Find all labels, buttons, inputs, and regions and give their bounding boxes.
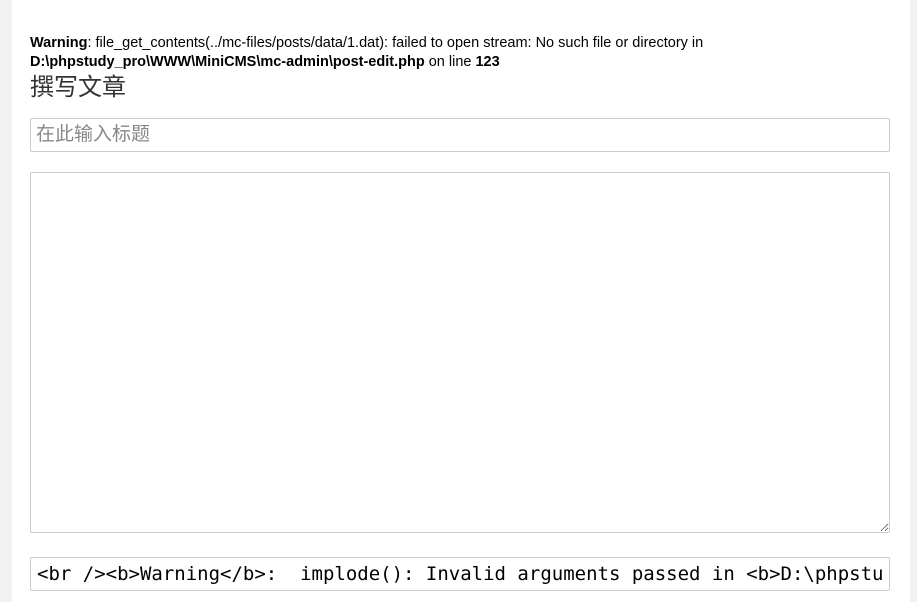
post-content-textarea[interactable] <box>30 172 890 533</box>
post-tags-input[interactable] <box>30 557 890 591</box>
page-scrollbar[interactable] <box>910 0 917 602</box>
php-warning-message: Warning: file_get_contents(../mc-files/p… <box>30 34 890 72</box>
warning-line-number: 123 <box>475 54 500 70</box>
post-title-input[interactable] <box>30 118 890 152</box>
warning-on-line-text: on line <box>424 54 476 70</box>
warning-label: Warning <box>30 35 88 51</box>
post-edit-page: Warning: file_get_contents(../mc-files/p… <box>12 0 910 602</box>
warning-text: : file_get_contents(../mc-files/posts/da… <box>87 35 704 51</box>
page-title: 撰写文章 <box>30 74 126 101</box>
warning-file-path: D:\phpstudy_pro\WWW\MiniCMS\mc-admin\pos… <box>30 54 425 70</box>
